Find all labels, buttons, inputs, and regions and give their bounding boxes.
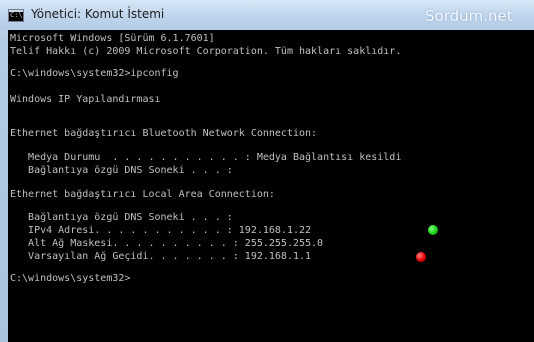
console-line: Windows IP Yapılandırması <box>10 94 161 105</box>
console-line: Microsoft Windows [Sürüm 6.1.7601] <box>10 33 215 44</box>
console-line: C:\windows\system32>ipconfig <box>10 68 179 79</box>
title-bar[interactable]: C:\ Yönetici: Komut İstemi Sordum.net <box>0 0 534 30</box>
console-line: Bağlantıya özgü DNS Soneki . . . : <box>10 212 233 223</box>
console-line: Ethernet bağdaştırıcı Local Area Connect… <box>10 189 275 200</box>
console-line: Bağlantıya özgü DNS Soneki . . . : <box>10 165 233 176</box>
console-line-subnet: Alt Ağ Maskesi. . . . . . . . . . : 255.… <box>10 238 324 249</box>
console-line: Ethernet bağdaştırıcı Bluetooth Network … <box>10 128 318 139</box>
console-output[interactable]: Microsoft Windows [Sürüm 6.1.7601] Telif… <box>8 30 534 342</box>
watermark: Sordum.net <box>425 7 513 25</box>
console-prompt: C:\windows\system32> <box>10 273 131 284</box>
window-title: Yönetici: Komut İstemi <box>31 7 165 21</box>
command-prompt-window: C:\ Yönetici: Komut İstemi Sordum.net Mi… <box>0 0 534 342</box>
console-line: Medya Durumu . . . . . . . . . . . : Med… <box>10 152 402 163</box>
console-line: Telif Hakkı (c) 2009 Microsoft Corporati… <box>10 46 402 57</box>
cmd-app-icon[interactable]: C:\ <box>8 9 24 22</box>
console-line-ipv4: IPv4 Adresi. . . . . . . . . . . : 192.1… <box>10 225 312 236</box>
console-line-gateway: Varsayılan Ağ Geçidi. . . . . . . : 192.… <box>10 251 312 262</box>
gateway-status-dot-icon <box>416 252 426 262</box>
ipv4-status-dot-icon <box>428 225 438 235</box>
